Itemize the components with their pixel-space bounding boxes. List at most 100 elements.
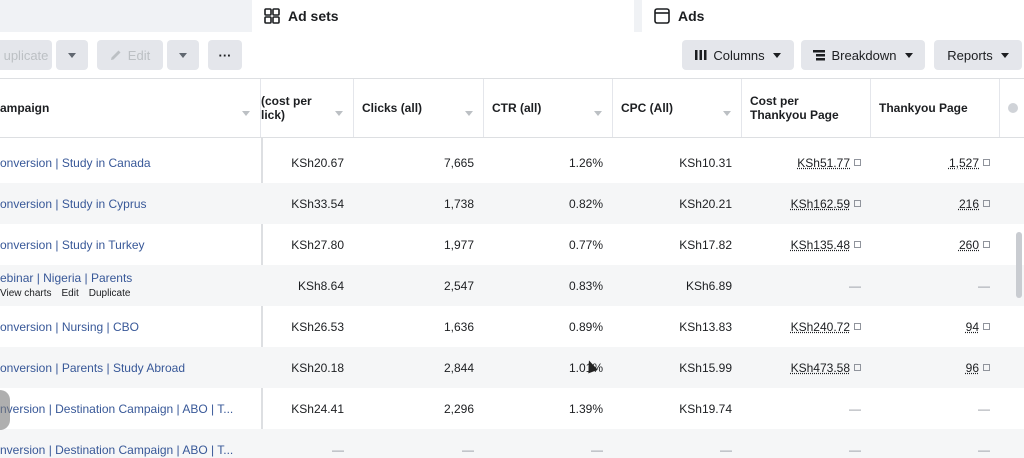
column-header-label: Thankyou Page — [879, 101, 968, 115]
external-link-icon[interactable] — [854, 200, 861, 207]
cell-cost-ty: — — [742, 429, 871, 458]
cell-name[interactable]: onversion | Nursing | CBO — [0, 306, 261, 347]
cell-cost-ty: KSh135.48 — [742, 224, 871, 265]
external-link-icon[interactable] — [983, 323, 990, 330]
chevron-down-icon — [1000, 52, 1009, 58]
edit-dropdown-button[interactable] — [167, 40, 199, 70]
external-link-icon[interactable] — [983, 200, 990, 207]
campaign-name-link[interactable]: onversion | Nursing | CBO — [0, 320, 139, 334]
cell-value: KSh20.67 — [291, 155, 344, 170]
campaign-name-link[interactable]: nversion | Destination Campaign | ABO | … — [0, 443, 233, 457]
table-row[interactable]: onversion | Study in Cyprus KSh33.54 1,738… — [0, 183, 1024, 224]
cell-value: — — [978, 442, 990, 457]
duplicate-button[interactable]: uplicate — [0, 40, 52, 70]
campaign-name-link[interactable]: onversion | Study in Cyprus — [0, 197, 147, 211]
ad-sets-grid-icon — [264, 8, 280, 24]
cell-name[interactable]: onversion | Parents | Study Abroad — [0, 347, 261, 388]
table-row[interactable]: ebinar | Nigeria | Parents View charts Edi… — [0, 265, 1024, 306]
column-header-ctr[interactable]: CTR (all) — [484, 79, 613, 137]
chevron-down-icon — [904, 52, 913, 58]
column-header-label: CPC (All) — [621, 101, 673, 115]
campaign-name-link[interactable]: onversion | Parents | Study Abroad — [0, 361, 185, 375]
external-link-icon[interactable] — [854, 241, 861, 248]
add-column-button[interactable] — [1000, 79, 1024, 137]
cell-cpc-all: KSh15.99 — [613, 347, 742, 388]
reports-button[interactable]: Reports — [934, 40, 1022, 70]
tab-ads[interactable]: Ads — [642, 0, 1024, 32]
cell-value: — — [462, 442, 474, 457]
cell-name[interactable]: nversion | Destination Campaign | ABO | … — [0, 429, 261, 458]
columns-button-label: Columns — [713, 47, 765, 63]
column-header-label: Cost per Thankyou Page — [750, 94, 839, 122]
cell-value: KSh20.18 — [291, 360, 344, 375]
cell-name[interactable]: nversion | Destination Campaign | ABO | … — [0, 388, 261, 429]
tab-ad-sets[interactable]: Ad sets — [252, 0, 634, 32]
campaign-name-link[interactable]: onversion | Study in Turkey — [0, 238, 145, 252]
table-row[interactable]: onversion | Study in Canada KSh20.67 7,665… — [0, 142, 1024, 183]
columns-button[interactable]: Columns — [682, 40, 794, 70]
cell-value: — — [332, 442, 344, 457]
breakdown-button[interactable]: Breakdown — [801, 40, 925, 70]
cell-ctr: — — [484, 429, 613, 458]
cell-value: 2,296 — [443, 401, 474, 416]
cell-value: — — [849, 278, 861, 293]
cell-cpc-all: KSh17.82 — [613, 224, 742, 265]
breakdown-icon — [813, 49, 826, 61]
cell-cpc-all: KSh19.74 — [613, 388, 742, 429]
toolbar: uplicate Edit ··· Columns Breakdown Repo… — [0, 32, 1024, 78]
cell-value: KSh27.80 — [291, 237, 344, 252]
campaign-name-link[interactable]: onversion | Study in Canada — [0, 156, 151, 170]
cell-name[interactable]: ebinar | Nigeria | Parents View charts Edi… — [0, 265, 261, 306]
more-options-button[interactable]: ··· — [208, 40, 242, 70]
table-row[interactable]: onversion | Parents | Study Abroad KSh20.… — [0, 347, 1024, 388]
cell-value: — — [978, 401, 990, 416]
column-header-campaign[interactable]: ampaign — [0, 79, 261, 137]
cell-name[interactable]: onversion | Study in Cyprus — [0, 183, 261, 224]
sort-icon — [335, 105, 343, 119]
external-link-icon[interactable] — [854, 364, 861, 371]
edit-link[interactable]: Edit — [62, 288, 79, 299]
campaign-name-link[interactable]: ebinar | Nigeria | Parents — [0, 271, 132, 285]
campaign-name-link[interactable]: nversion | Destination Campaign | ABO | … — [0, 402, 233, 416]
column-header-label: (cost per lick) — [261, 94, 312, 122]
cell-value: 0.77% — [568, 237, 603, 252]
cell-cpc-all: KSh13.83 — [613, 306, 742, 347]
duplicate-dropdown-button[interactable] — [56, 40, 88, 70]
sort-icon — [465, 105, 473, 119]
cell-ty: — — [871, 265, 1000, 306]
duplicate-link[interactable]: Duplicate — [89, 288, 131, 299]
external-link-icon[interactable] — [854, 323, 861, 330]
cell-value: KSh6.89 — [685, 278, 732, 293]
view-charts-link[interactable]: View charts — [0, 288, 52, 299]
external-link-icon[interactable] — [983, 159, 990, 166]
cell-cpc-all: KSh10.31 — [613, 142, 742, 183]
column-header-cpc-link[interactable]: (cost per lick) — [261, 79, 354, 137]
cell-cpc-link: KSh26.53 — [261, 306, 354, 347]
external-link-icon[interactable] — [854, 159, 861, 166]
external-link-icon[interactable] — [983, 364, 990, 371]
cell-cpc-link: KSh20.67 — [261, 142, 354, 183]
table-header: ampaign (cost per lick) Clicks (all) CTR… — [0, 78, 1024, 138]
column-header-thankyou[interactable]: Thankyou Page — [871, 79, 1000, 137]
table-row[interactable]: onversion | Nursing | CBO KSh26.53 1,636 0.… — [0, 306, 1024, 347]
edit-button[interactable]: Edit — [97, 40, 163, 70]
column-header-cost-per-thankyou[interactable]: Cost per Thankyou Page — [742, 79, 871, 137]
cell-value: KSh51.77 — [797, 155, 850, 170]
column-header-label: Clicks (all) — [362, 101, 423, 115]
cell-ty: 1,527 — [871, 142, 1000, 183]
cell-value: 96 — [965, 360, 979, 375]
cell-cpc-link: KSh24.41 — [261, 388, 354, 429]
column-header-clicks[interactable]: Clicks (all) — [354, 79, 484, 137]
table-row[interactable]: nversion | Destination Campaign | ABO | … — [0, 429, 1024, 458]
cell-value: KSh20.21 — [679, 196, 732, 211]
column-header-cpc-all[interactable]: CPC (All) — [613, 79, 742, 137]
vertical-scrollbar[interactable] — [1016, 232, 1022, 298]
cell-value: KSh24.41 — [291, 401, 344, 416]
external-link-icon[interactable] — [983, 241, 990, 248]
table-row[interactable]: nversion | Destination Campaign | ABO | … — [0, 388, 1024, 429]
cell-value: 1,738 — [443, 196, 474, 211]
cell-name[interactable]: onversion | Study in Canada — [0, 142, 261, 183]
table-row[interactable]: onversion | Study in Turkey KSh27.80 1,977… — [0, 224, 1024, 265]
cell-value: KSh15.99 — [679, 360, 732, 375]
cell-name[interactable]: onversion | Study in Turkey — [0, 224, 261, 265]
